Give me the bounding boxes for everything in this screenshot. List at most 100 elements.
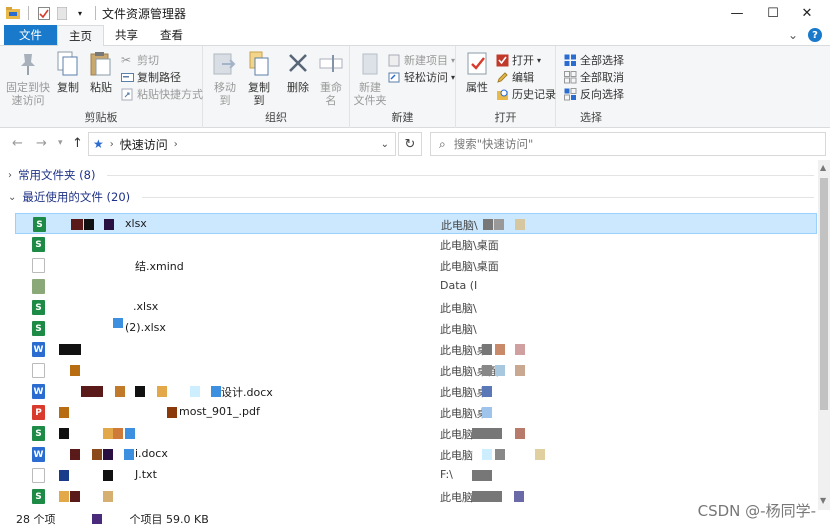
file-name: xlsx	[125, 217, 147, 230]
close-button[interactable]: ✕	[784, 0, 830, 26]
chevron-right-icon: ›	[8, 169, 12, 181]
move-to-icon	[213, 53, 236, 75]
tab-share[interactable]: 共享	[104, 25, 149, 45]
vertical-scrollbar[interactable]: ▲ ▼	[818, 160, 830, 510]
file-location: 此电脑\	[440, 323, 477, 336]
list-item[interactable]: J.txt F:\	[15, 465, 817, 486]
tab-file[interactable]: 文件	[4, 25, 57, 45]
file-name: (2).xlsx	[125, 321, 166, 334]
select-none-icon	[564, 70, 577, 83]
file-name: 结.xmind	[135, 260, 184, 273]
list-item[interactable]: S 此电脑\桌面	[15, 234, 817, 255]
properties-check-icon[interactable]	[37, 6, 51, 20]
list-item[interactable]: S .xlsx 此电脑\	[15, 297, 817, 318]
file-location: Data (I	[440, 279, 478, 292]
image-file-icon	[32, 363, 45, 378]
file-list-pane: › 常用文件夹 (8) ⌄ 最近使用的文件 (20) S xlsx 此电脑\ S…	[0, 160, 818, 510]
move-to-button[interactable]: 移动到	[209, 50, 241, 107]
new-folder-button[interactable]: 新建 文件夹	[354, 50, 387, 107]
excel-file-icon: S	[32, 237, 45, 252]
refresh-button[interactable]: ↻	[398, 132, 422, 156]
redacted-block	[515, 365, 525, 376]
file-location: 此电脑\桌面	[440, 239, 499, 252]
file-location: 此电脑\	[440, 302, 477, 315]
toolbar-divider	[28, 6, 29, 20]
pin-icon	[21, 54, 35, 75]
invert-selection-button[interactable]: 反向选择	[564, 86, 624, 102]
redacted-block	[104, 219, 114, 230]
copy-to-icon	[249, 51, 269, 76]
cut-button[interactable]: ✂ 剪切	[121, 52, 159, 68]
forward-arrow-icon[interactable]: →	[36, 136, 47, 151]
frequent-folders-header[interactable]: › 常用文件夹 (8)	[8, 167, 814, 183]
copy-to-button[interactable]: 复制到	[243, 50, 275, 107]
history-button[interactable]: 历史记录	[496, 86, 556, 102]
chevron-down-icon: ▾	[537, 55, 542, 65]
redacted-block	[81, 386, 103, 397]
toolbar-divider	[95, 6, 96, 20]
select-group: 全部选择 全部取消 反向选择 选择	[556, 46, 626, 128]
list-item[interactable]: S xlsx 此电脑\	[15, 213, 817, 234]
copy-button[interactable]: 复制	[55, 50, 81, 94]
edit-button[interactable]: 编辑	[496, 69, 534, 85]
address-bar[interactable]: ★ › 快速访问 › ⌄	[88, 132, 396, 156]
paste-shortcut-button[interactable]: 粘贴快捷方式	[121, 86, 203, 102]
easy-access-button[interactable]: 轻松访问 ▾	[388, 69, 455, 85]
help-icon[interactable]: ?	[808, 28, 822, 42]
list-item[interactable]: 结.xmind 此电脑\桌面	[15, 255, 817, 276]
new-folder-icon	[362, 53, 378, 75]
list-item[interactable]: W 设计.docx 此电脑\桌	[15, 381, 817, 402]
scrollbar-thumb[interactable]	[820, 178, 828, 410]
list-item[interactable]: S 此电脑\	[15, 423, 817, 444]
paste-button[interactable]: 粘贴	[88, 50, 114, 94]
search-box[interactable]: ⌕ 搜索"快速访问"	[430, 132, 826, 156]
list-item[interactable]: S (2).xlsx 此电脑\	[15, 318, 817, 339]
properties-label: 属性	[466, 81, 488, 94]
recent-chevron-icon[interactable]: ▾	[58, 138, 63, 148]
folder-icon[interactable]	[6, 6, 20, 20]
rename-button[interactable]: 重命名	[315, 50, 347, 107]
open-button[interactable]: 打开 ▾	[496, 52, 541, 68]
up-arrow-icon[interactable]: ↑	[72, 136, 83, 151]
organize-group-label: 组织	[265, 111, 287, 124]
redacted-block	[59, 470, 69, 481]
open-group-label: 打开	[494, 111, 517, 124]
breadcrumb-path[interactable]: 快速访问	[120, 136, 168, 153]
redacted-block	[494, 219, 504, 230]
list-item[interactable]: W 此电脑\桌	[15, 339, 817, 360]
watermark: CSDN @-杨同学-	[697, 502, 816, 520]
properties-button[interactable]: 属性	[462, 50, 492, 94]
redacted-block	[103, 428, 113, 439]
list-item[interactable]: Data (I	[15, 276, 817, 297]
recent-files-header[interactable]: ⌄ 最近使用的文件 (20)	[8, 189, 814, 205]
redacted-block	[59, 344, 81, 355]
redacted-block	[103, 449, 113, 460]
redacted-block	[472, 470, 492, 481]
select-all-button[interactable]: 全部选择	[564, 52, 624, 68]
select-none-button[interactable]: 全部取消	[564, 69, 624, 85]
redacted-block	[495, 344, 505, 355]
word-file-icon: W	[32, 384, 45, 399]
new-item-button[interactable]: 新建项目 ▾	[388, 52, 455, 68]
tab-home[interactable]: 主页	[57, 25, 104, 46]
back-arrow-icon[interactable]: ←	[12, 136, 23, 151]
address-dropdown-icon[interactable]: ⌄	[381, 139, 389, 150]
new-folder-icon[interactable]	[55, 6, 69, 20]
pin-label: 固定到快 速访问	[6, 81, 50, 107]
paste-shortcut-label: 粘贴快捷方式	[137, 88, 203, 101]
scroll-up-icon[interactable]: ▲	[820, 163, 826, 172]
scroll-down-icon[interactable]: ▼	[820, 496, 826, 505]
list-item[interactable]: 此电脑\桌面	[15, 360, 817, 381]
pin-quick-access-button[interactable]: 固定到快 速访问	[6, 50, 50, 107]
redacted-block	[482, 365, 492, 376]
chevron-down-icon: ▾	[451, 55, 456, 65]
excel-file-icon: S	[32, 300, 45, 315]
chevron-down-icon[interactable]: ⌄	[788, 28, 798, 42]
delete-button[interactable]: 删除	[285, 50, 311, 94]
list-item[interactable]: P most_901_.pdf 此电脑\桌	[15, 402, 817, 423]
copy-path-button[interactable]: 复制路径	[121, 69, 181, 85]
chevron-down-icon[interactable]: ▾	[73, 6, 87, 20]
redacted-block	[70, 365, 80, 376]
list-item[interactable]: W i.docx 此电脑	[15, 444, 817, 465]
tab-view[interactable]: 查看	[149, 25, 194, 45]
